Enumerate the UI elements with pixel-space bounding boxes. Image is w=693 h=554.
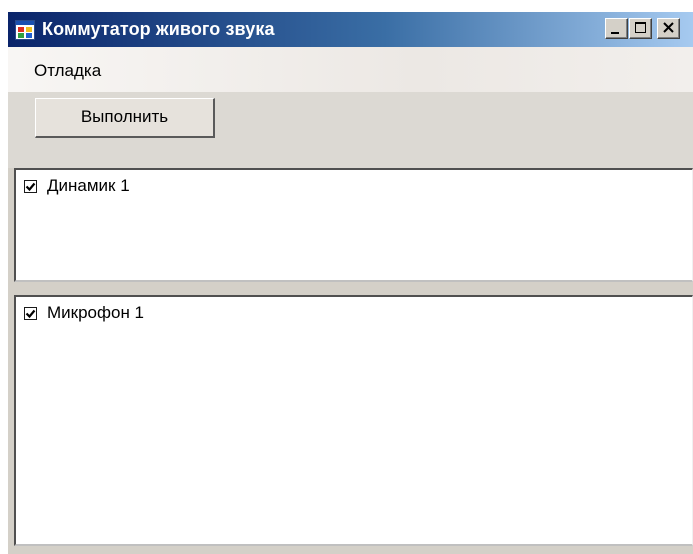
- app-icon: [15, 20, 35, 40]
- list-item[interactable]: Микрофон 1: [24, 303, 144, 323]
- menu-item-debug[interactable]: Отладка: [34, 61, 101, 81]
- maximize-button[interactable]: [629, 18, 652, 39]
- app-window: Коммутатор живого звука Отладка Выполнит…: [8, 12, 693, 554]
- run-button[interactable]: Выполнить: [35, 98, 215, 138]
- window-title: Коммутатор живого звука: [42, 19, 275, 39]
- speakers-list[interactable]: Динамик 1: [14, 168, 693, 282]
- window-bottom-border: [8, 546, 693, 554]
- maximize-icon: [635, 22, 646, 33]
- speaker-label: Динамик 1: [47, 176, 130, 195]
- close-icon: [663, 22, 674, 33]
- list-item[interactable]: Динамик 1: [24, 176, 130, 196]
- toolbar: Выполнить: [8, 92, 693, 168]
- close-button[interactable]: [657, 18, 680, 39]
- minimize-button[interactable]: [605, 18, 628, 39]
- title-bar[interactable]: Коммутатор живого звука: [8, 12, 693, 47]
- checkmark-icon: [25, 309, 36, 318]
- microphone-checkbox[interactable]: [24, 306, 37, 320]
- speaker-checkbox[interactable]: [24, 179, 37, 193]
- menu-bar: Отладка: [8, 47, 693, 92]
- minimize-icon: [611, 32, 619, 34]
- microphone-label: Микрофон 1: [47, 303, 145, 322]
- microphones-list[interactable]: Микрофон 1: [14, 295, 693, 546]
- checkmark-icon: [25, 182, 36, 191]
